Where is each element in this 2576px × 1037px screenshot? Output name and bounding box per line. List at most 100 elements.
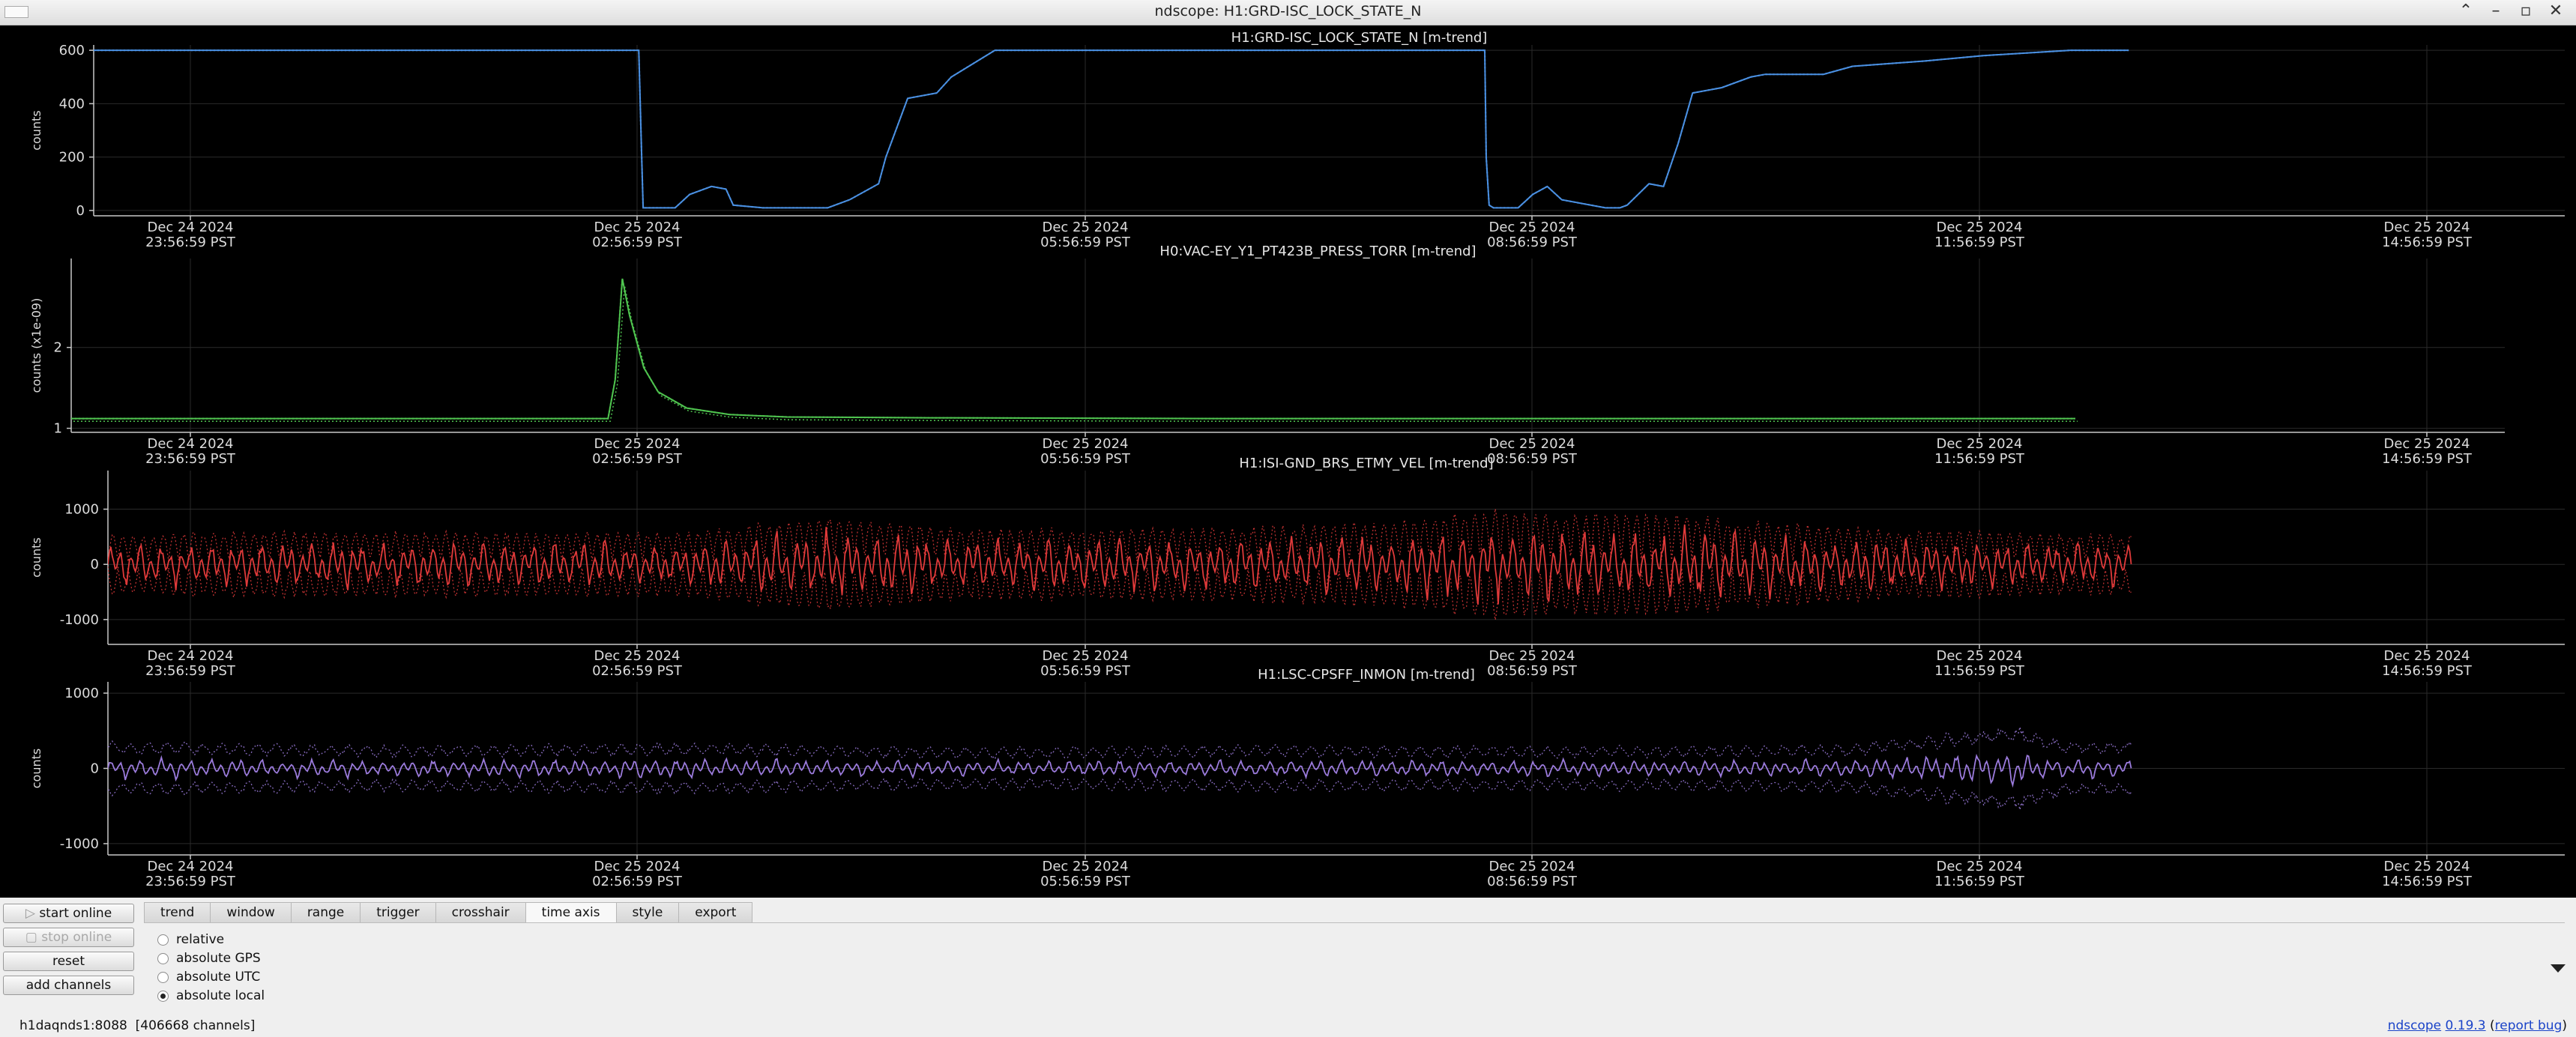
version-link[interactable]: 0.19.3 [2446, 1018, 2486, 1033]
radio-relative[interactable]: relative [157, 931, 224, 949]
dropdown-arrow-icon[interactable] [2551, 964, 2566, 973]
x-tick-date: Dec 25 2024 [1489, 648, 1575, 664]
reset-button[interactable]: reset [3, 952, 134, 971]
x-tick-time: 08:56:59 PST [1487, 663, 1578, 679]
x-tick-time: 02:56:59 PST [592, 874, 683, 889]
x-tick-time: 02:56:59 PST [592, 451, 683, 467]
plots-canvas[interactable]: H1:GRD-ISC_LOCK_STATE_N [m-trend] counts 6… [0, 25, 2576, 898]
tab-style[interactable]: style [615, 902, 679, 923]
plot-title: H0:VAC-EY_Y1_PT423B_PRESS_TORR [m-trend] [1159, 244, 1476, 259]
x-tick-date: Dec 25 2024 [2384, 648, 2470, 664]
radio-label: absolute local [176, 988, 265, 1003]
radio-button[interactable] [157, 934, 169, 946]
radio-absolute-GPS[interactable]: absolute GPS [157, 949, 261, 967]
play-icon: ▷ [25, 906, 40, 921]
x-tick-date: Dec 25 2024 [594, 436, 681, 452]
series-max-line [108, 727, 2132, 761]
start-online-button[interactable]: ▷ start online [3, 904, 134, 923]
radio-button[interactable] [157, 971, 169, 983]
radio-absolute-local[interactable]: absolute local [157, 987, 265, 1005]
x-tick-time: 02:56:59 PST [592, 663, 683, 679]
y-axis-label: counts [29, 537, 43, 577]
radio-absolute-UTC[interactable]: absolute UTC [157, 968, 260, 986]
x-tick-time: 14:56:59 PST [2382, 451, 2473, 467]
x-tick-date: Dec 25 2024 [1043, 436, 1129, 452]
restore-icon[interactable]: ▫ [2516, 1, 2536, 20]
x-tick-time: 02:56:59 PST [592, 235, 683, 250]
x-tick-date: Dec 25 2024 [2384, 859, 2470, 874]
tab-divider [144, 922, 2565, 923]
plot-area[interactable]: H1:GRD-ISC_LOCK_STATE_N [m-trend] counts 6… [0, 25, 2576, 898]
x-tick-time: 08:56:59 PST [1487, 874, 1578, 889]
close-icon[interactable]: ✕ [2546, 1, 2566, 20]
x-tick-time: 23:56:59 PST [145, 451, 236, 467]
series-max-line [71, 278, 2075, 420]
y-tick-label: 2 [54, 340, 62, 356]
tab-export[interactable]: export [678, 902, 753, 923]
server-address: h1daqnds1:8088 [19, 1018, 127, 1033]
x-tick-date: Dec 24 2024 [148, 648, 234, 664]
channel-count: [406668 channels] [135, 1018, 256, 1033]
x-tick-date: Dec 25 2024 [594, 648, 681, 664]
y-axis-label: counts [29, 749, 43, 788]
status-bar: h1daqnds1:8088 [406668 channels] ndscope… [19, 1018, 2567, 1033]
x-tick-time: 23:56:59 PST [145, 663, 236, 679]
tab-trigger[interactable]: trigger [360, 902, 435, 923]
x-tick-time: 05:56:59 PST [1040, 451, 1131, 467]
x-tick-date: Dec 25 2024 [594, 220, 681, 235]
x-tick-date: Dec 24 2024 [148, 436, 234, 452]
x-tick-date: Dec 25 2024 [1937, 436, 2023, 452]
y-tick-label: 0 [91, 557, 99, 572]
plot-title: H1:ISI-GND_BRS_ETMY_VEL [m-trend] [1239, 456, 1493, 471]
x-tick-time: 08:56:59 PST [1487, 451, 1578, 467]
x-tick-time: 23:56:59 PST [145, 874, 236, 889]
x-tick-time: 11:56:59 PST [1934, 451, 2025, 467]
radio-button[interactable] [157, 952, 169, 964]
y-axis-label: counts (x1e-09) [29, 298, 43, 393]
series-group [71, 278, 2078, 423]
app-name-link[interactable]: ndscope [2388, 1018, 2441, 1033]
radio-button[interactable] [157, 990, 169, 1002]
series-group [94, 49, 2129, 209]
stop-online-button[interactable]: ▢ stop online [3, 928, 134, 947]
y-tick-label: 1000 [64, 686, 99, 701]
series-min-line [108, 566, 2132, 620]
x-tick-date: Dec 25 2024 [1937, 648, 2023, 664]
plot-panel-1: H1:GRD-ISC_LOCK_STATE_N [m-trend] counts 6… [29, 30, 2565, 250]
x-tick-time: 11:56:59 PST [1934, 235, 2025, 250]
x-tick-time: 23:56:59 PST [145, 235, 236, 250]
tab-window[interactable]: window [210, 902, 291, 923]
y-tick-label: 1000 [64, 502, 99, 518]
radio-label: relative [176, 932, 225, 947]
tab-trend[interactable]: trend [144, 902, 211, 923]
window-title: ndscope: H1:GRD-ISC_LOCK_STATE_N [1154, 3, 1422, 19]
x-tick-time: 08:56:59 PST [1487, 235, 1578, 250]
start-online-label: start online [39, 906, 112, 921]
x-tick-time: 14:56:59 PST [2382, 663, 2473, 679]
y-tick-label: 600 [59, 43, 85, 58]
maximize-up-icon[interactable]: ⌃ [2456, 1, 2476, 20]
x-tick-date: Dec 25 2024 [1043, 859, 1129, 874]
x-tick-time: 14:56:59 PST [2382, 235, 2473, 250]
x-tick-date: Dec 25 2024 [1043, 220, 1129, 235]
y-tick-label: -1000 [60, 612, 99, 628]
x-tick-date: Dec 25 2024 [2384, 436, 2470, 452]
x-tick-time: 05:56:59 PST [1040, 663, 1131, 679]
stop-icon: ▢ [25, 930, 42, 945]
add-channels-button[interactable]: add channels [3, 976, 134, 995]
series-min-line [73, 285, 2078, 423]
plot-panel-3: H1:ISI-GND_BRS_ETMY_VEL [m-trend] counts 1… [29, 456, 2565, 679]
tab-crosshair[interactable]: crosshair [435, 902, 525, 923]
radio-label: absolute UTC [176, 970, 261, 985]
x-tick-time: 11:56:59 PST [1934, 874, 2025, 889]
x-tick-date: Dec 25 2024 [1489, 220, 1575, 235]
tab-time-axis[interactable]: time axis [525, 902, 616, 923]
minimize-icon[interactable]: – [2486, 1, 2506, 20]
stop-online-label: stop online [41, 930, 112, 945]
x-tick-date: Dec 25 2024 [1489, 436, 1575, 452]
y-tick-label: 200 [59, 150, 85, 166]
x-tick-date: Dec 25 2024 [1937, 220, 2023, 235]
tab-range[interactable]: range [290, 902, 361, 923]
x-tick-date: Dec 25 2024 [2384, 220, 2470, 235]
report-bug-link[interactable]: report bug [2495, 1018, 2563, 1033]
